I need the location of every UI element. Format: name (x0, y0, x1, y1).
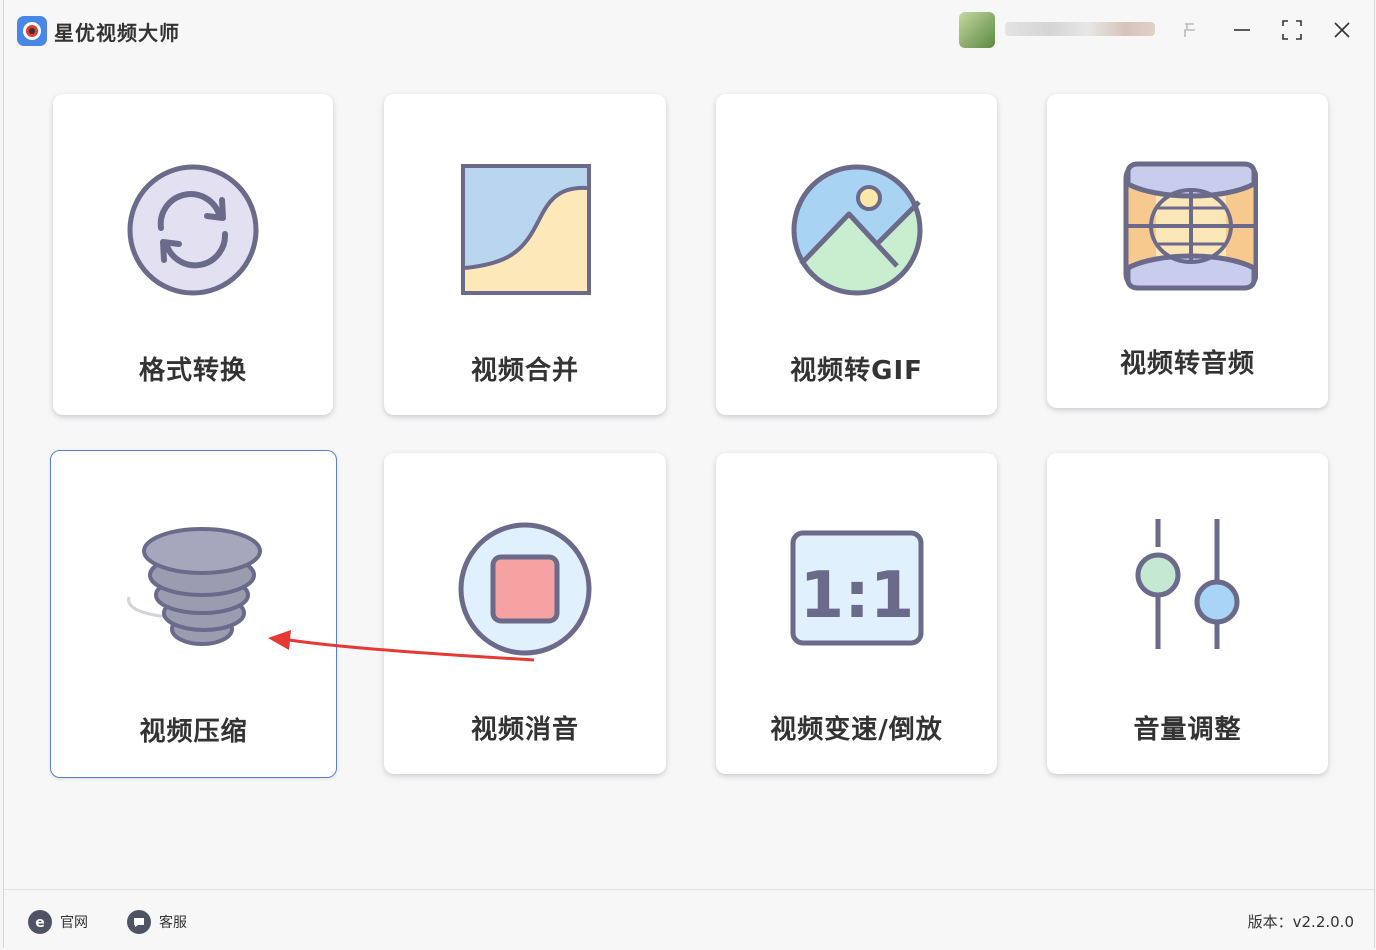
annotation-arrow (268, 630, 535, 662)
support-link[interactable]: 客服 (127, 910, 187, 934)
svg-text:e: e (35, 915, 45, 930)
browser-icon: e (28, 910, 52, 934)
chat-icon (127, 910, 151, 934)
website-link[interactable]: e 官网 (28, 910, 88, 934)
app-window: 星优视频大师 格式转换 视频合并 视频转GIF 视频转音频 视频压缩 视频消音 … (3, 0, 1375, 949)
footer: e 官网 客服 版本：v2.2.0.0 (4, 889, 1374, 949)
version-text: 版本：v2.2.0.0 (1247, 913, 1354, 931)
website-label: 官网 (60, 915, 88, 931)
support-label: 客服 (159, 915, 187, 931)
